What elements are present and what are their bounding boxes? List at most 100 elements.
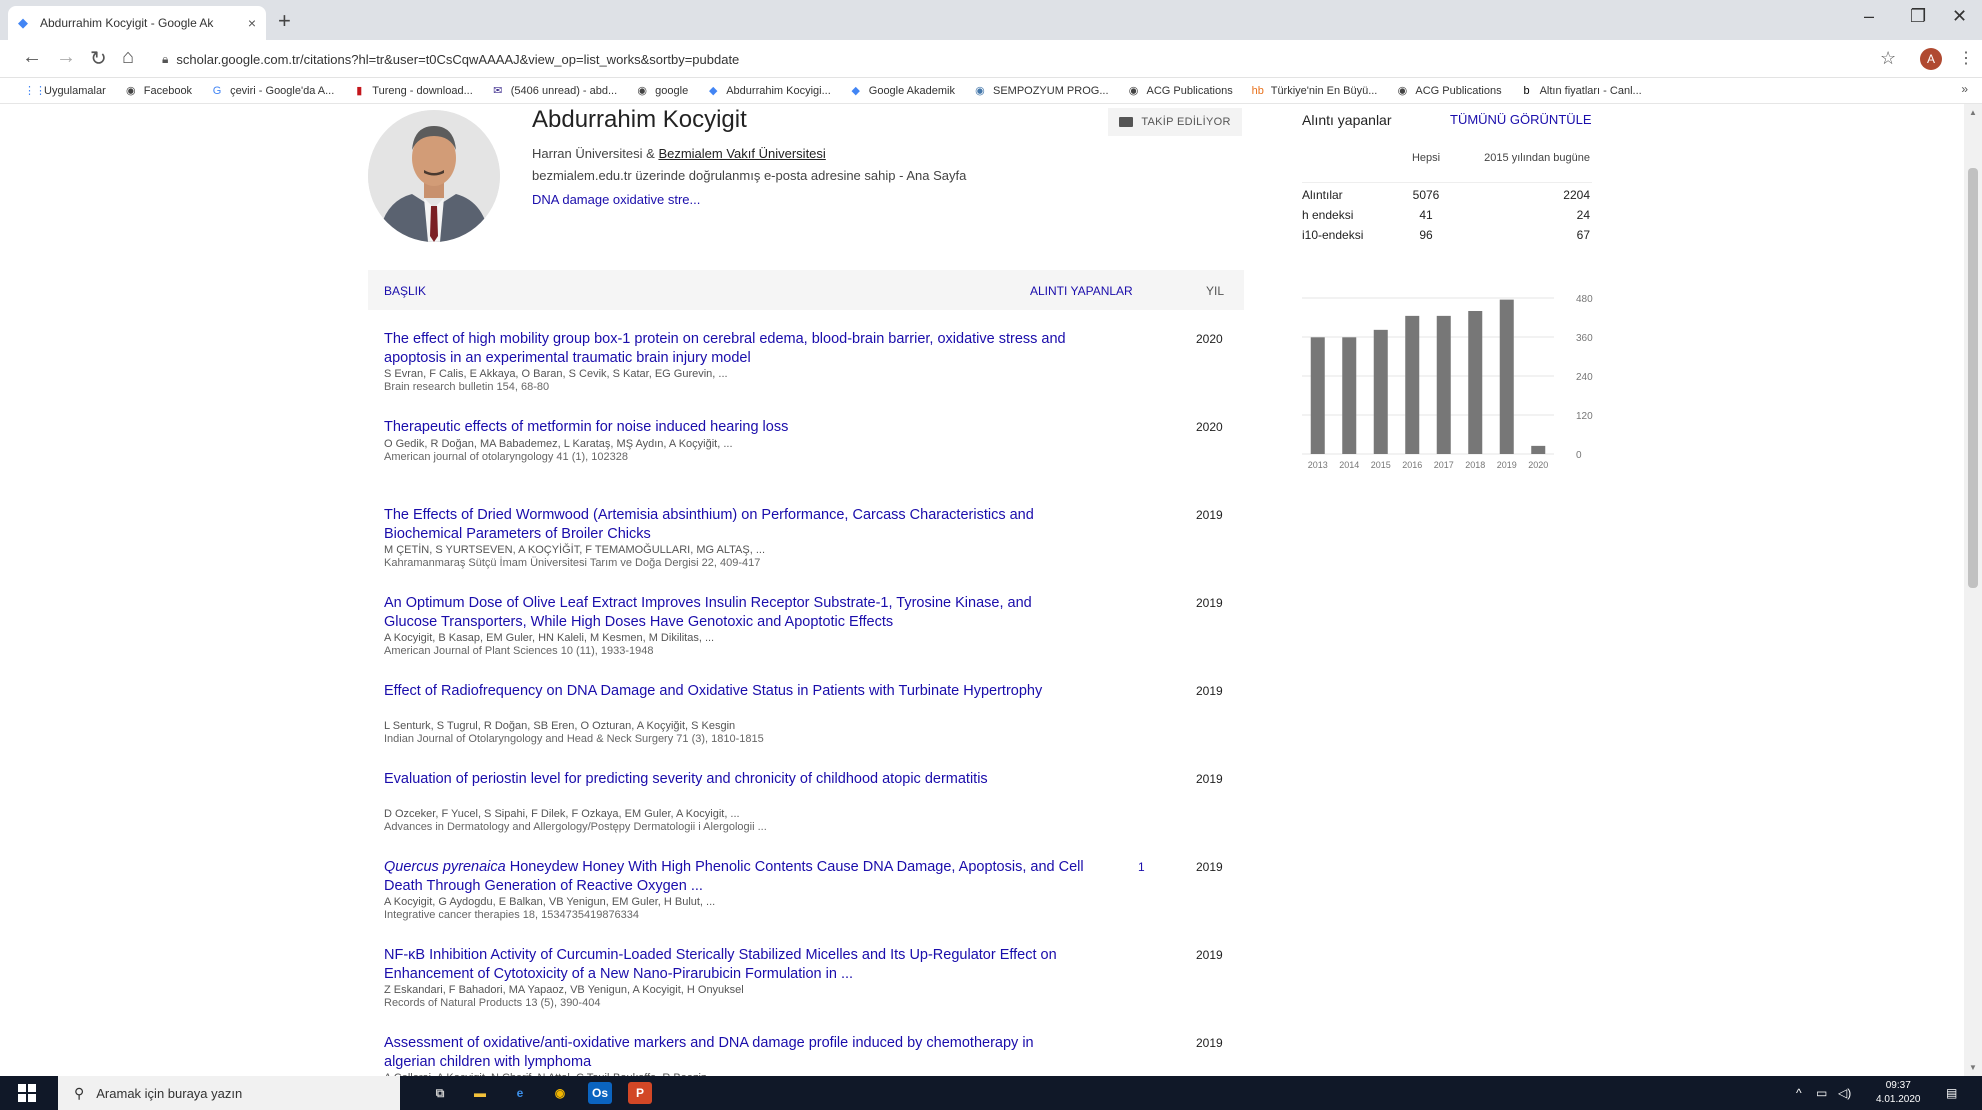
article-year: 2019 [1196, 948, 1223, 962]
article-row: Therapeutic effects of metformin for noi… [368, 418, 1244, 506]
research-interest-link[interactable]: DNA damage oxidative stre... [532, 192, 700, 207]
sort-by-title[interactable]: BAŞLIK [384, 284, 426, 298]
scroll-down-icon[interactable]: ▼ [1969, 1063, 1977, 1072]
apps-grid-icon: ⋮⋮ [24, 84, 46, 97]
browser-tab[interactable]: ◆ Abdurrahim Kocyigit - Google Ak × [8, 6, 266, 40]
bookmark-item[interactable]: ◆ Google Akademik [849, 84, 955, 98]
stat-all: 5076 [1412, 188, 1440, 202]
article-title-link[interactable]: Quercus pyrenaica Honeydew Honey With Hi… [384, 858, 1084, 896]
citations-title: Alıntı yapanlar [1302, 112, 1392, 128]
home-icon[interactable]: ⌂ [122, 46, 134, 69]
article-authors: M ÇETİN, S YURTSEVEN, A KOÇYİĞİT, F TEMA… [384, 544, 766, 556]
bookmark-item[interactable]: ▮ Tureng - download... [352, 84, 473, 98]
article-authors: Z Eskandari, F Bahadori, MA Yapaoz, VB Y… [384, 984, 744, 996]
article-authors: A Kocyigit, B Kasap, EM Guler, HN Kaleli… [384, 632, 715, 644]
tab-close-icon[interactable]: × [248, 15, 256, 31]
chart-x-tick-label: 2018 [1465, 460, 1485, 470]
article-year: 2019 [1196, 508, 1223, 522]
tab-title: Abdurrahim Kocyigit - Google Ak [40, 16, 214, 30]
article-venue: Kahramanmaraş Sütçü İmam Üniversitesi Ta… [384, 557, 761, 569]
chart-bar-2018[interactable] [1468, 311, 1483, 454]
article-venue: Brain research bulletin 154, 68-80 [384, 381, 550, 393]
affiliation-link[interactable]: Bezmialem Vakıf Üniversitesi [658, 146, 825, 161]
outlook-icon[interactable]: Os [588, 1082, 612, 1104]
bookmarks-bar: ⋮⋮ Uygulamalar ◉ Facebook Gçeviri - Google'd… [0, 78, 1982, 104]
bookmark-item[interactable]: ◉ SEMPOZYUM PROG... [973, 84, 1108, 98]
windows-start-icon[interactable] [18, 1084, 36, 1102]
homepage-link[interactable]: Ana Sayfa [906, 168, 966, 183]
article-title-link[interactable]: An Optimum Dose of Olive Leaf Extract Im… [384, 594, 1084, 632]
bookmark-item[interactable]: Gçeviri - Google'da A... [210, 84, 335, 98]
powerpoint-icon[interactable]: P [628, 1082, 652, 1104]
article-citations-link[interactable]: 1 [1138, 860, 1145, 874]
bookmark-item[interactable]: ◉ google [635, 84, 688, 98]
sort-by-year[interactable]: YIL [1206, 284, 1224, 298]
bookmark-item[interactable]: ◉ ACG Publications [1127, 84, 1233, 98]
scroll-up-icon[interactable]: ▲ [1969, 108, 1977, 117]
taskbar-search-input[interactable]: ⚲ Aramak için buraya yazın [58, 1076, 400, 1110]
article-title-link[interactable]: Evaluation of periostin level for predic… [384, 770, 1084, 789]
chart-bar-2017[interactable] [1436, 315, 1451, 454]
network-icon[interactable]: ▭ [1816, 1086, 1827, 1100]
page-scrollbar[interactable]: ▲ ▼ [1964, 104, 1982, 1076]
bookmark-item[interactable]: ◆ Abdurrahim Kocyigi... [706, 84, 831, 98]
close-window-button[interactable]: ✕ [1952, 6, 1967, 27]
bookmarks-overflow-icon[interactable]: » [1961, 82, 1968, 96]
article-venue: American Journal of Plant Sciences 10 (1… [384, 645, 654, 657]
new-tab-button[interactable]: + [278, 8, 291, 34]
reload-icon[interactable]: ↻ [90, 46, 107, 71]
chart-bar-2019[interactable] [1499, 299, 1514, 454]
chart-bar-2014[interactable] [1342, 337, 1357, 454]
scrollbar-thumb[interactable] [1968, 168, 1978, 588]
search-icon: ⚲ [74, 1084, 85, 1101]
stats-row: i10-endeksi 96 67 [1302, 228, 1592, 248]
bookmark-item[interactable]: b Altın fiyatları - Canl... [1520, 84, 1642, 98]
back-icon[interactable]: ← [22, 46, 42, 69]
chart-bar-2015[interactable] [1373, 329, 1388, 454]
article-title-link[interactable]: The effect of high mobility group box-1 … [384, 330, 1084, 368]
bookmark-item[interactable]: ◉ Facebook [124, 84, 192, 98]
chrome-icon[interactable]: ◉ [548, 1082, 572, 1104]
bookmark-item[interactable]: ✉ (5406 unread) - abd... [491, 84, 617, 98]
bookmark-item[interactable]: ⋮⋮ Uygulamalar [24, 84, 106, 98]
file-explorer-icon[interactable]: ▬ [468, 1082, 492, 1104]
stat-label[interactable]: i10-endeksi [1302, 228, 1363, 242]
stat-label[interactable]: h endeksi [1302, 208, 1353, 222]
bookmark-item[interactable]: ◉ ACG Publications [1395, 84, 1502, 98]
tray-chevron-icon[interactable]: ^ [1796, 1086, 1802, 1100]
menu-icon[interactable]: ⋮ [1958, 48, 1974, 68]
forward-icon[interactable]: → [56, 46, 76, 69]
affiliation: Harran Üniversitesi & Bezmialem Vakıf Ün… [532, 146, 826, 161]
system-clock[interactable]: 09:37 4.01.2020 [1876, 1079, 1921, 1107]
chart-bar-2020[interactable] [1531, 445, 1546, 454]
sort-by-citations[interactable]: ALINTI YAPANLAR [1030, 284, 1133, 298]
stats-row: Alıntılar 5076 2204 [1302, 188, 1592, 208]
article-title-link[interactable]: Effect of Radiofrequency on DNA Damage a… [384, 682, 1084, 701]
tureng-icon: ▮ [356, 84, 363, 97]
article-title-link[interactable]: NF-κB Inhibition Activity of Curcumin-Lo… [384, 946, 1084, 984]
edge-icon[interactable]: e [508, 1082, 532, 1104]
minimize-button[interactable]: – [1864, 6, 1874, 27]
profile-avatar[interactable]: A [1920, 48, 1942, 70]
bookmark-star-icon[interactable]: ☆ [1880, 48, 1896, 69]
stat-label[interactable]: Alıntılar [1302, 188, 1343, 202]
article-venue: American journal of otolaryngology 41 (1… [384, 451, 628, 463]
chart-bar-2016[interactable] [1405, 315, 1420, 454]
volume-icon[interactable]: ◁) [1838, 1086, 1851, 1100]
stat-since: 67 [1576, 228, 1590, 242]
article-title-link[interactable]: Assessment of oxidative/anti-oxidative m… [384, 1034, 1084, 1072]
follow-button[interactable]: TAKİP EDİLİYOR [1108, 108, 1242, 136]
notifications-icon[interactable]: ▤ [1946, 1086, 1957, 1100]
news-icon: hb [1251, 84, 1264, 97]
chart-y-tick-label: 360 [1576, 333, 1593, 344]
article-title-link[interactable]: The Effects of Dried Wormwood (Artemisia… [384, 506, 1084, 544]
bookmark-item[interactable]: hb Türkiye'nin En Büyü... [1251, 84, 1378, 98]
view-all-link[interactable]: TÜMÜNÜ GÖRÜNTÜLE [1450, 112, 1592, 127]
article-title-link[interactable]: Therapeutic effects of metformin for noi… [384, 418, 1084, 437]
task-view-icon[interactable]: ⧉ [428, 1082, 452, 1104]
restore-button[interactable]: ❐ [1910, 6, 1926, 27]
chart-bar-2013[interactable] [1310, 337, 1325, 454]
address-bar[interactable]: 🔒︎ scholar.google.com.tr/citations?hl=tr… [152, 45, 1870, 73]
article-row: The effect of high mobility group box-1 … [368, 330, 1244, 418]
article-year: 2019 [1196, 860, 1223, 874]
